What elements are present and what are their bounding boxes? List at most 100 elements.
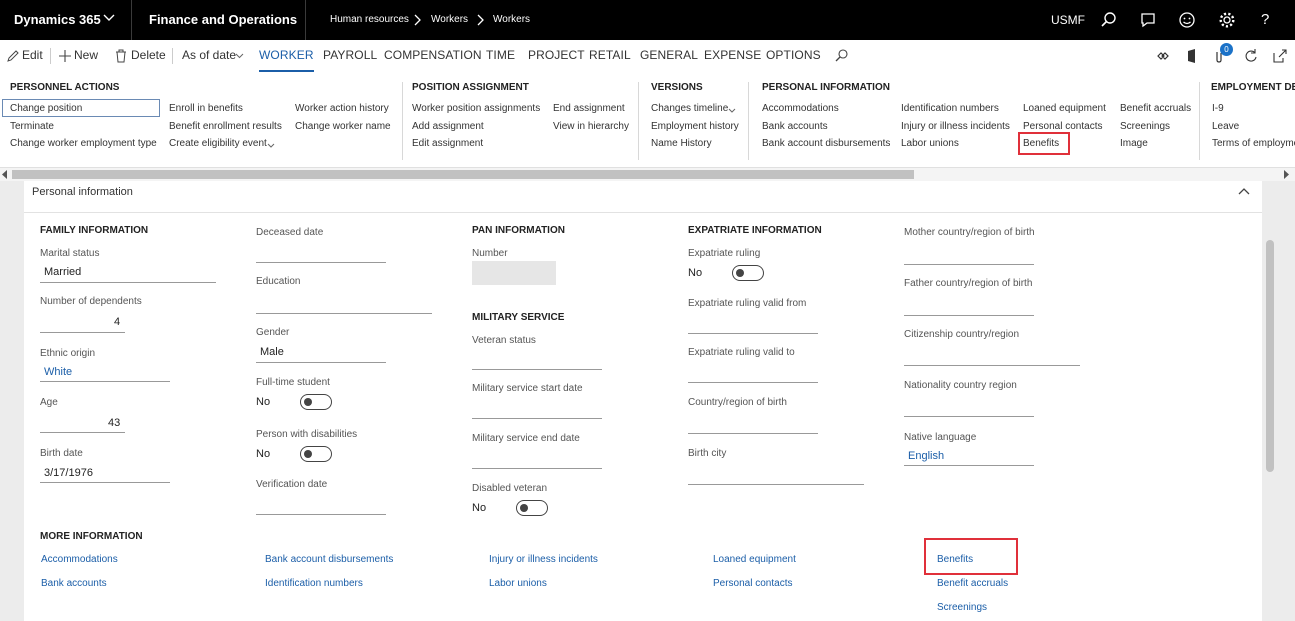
menu-item-create-eligibility-event[interactable]: Create eligibility event	[169, 138, 267, 149]
menu-item-i9[interactable]: I-9	[1212, 103, 1224, 114]
link-bank-accounts[interactable]: Bank accounts	[41, 578, 107, 589]
scroll-left-arrow-icon[interactable]	[2, 170, 8, 182]
deceased-date-field[interactable]	[256, 262, 386, 263]
menu-item-personal-contacts[interactable]: Personal contacts	[1023, 121, 1103, 132]
expatriate-valid-from-field[interactable]	[688, 333, 818, 334]
citizenship-field[interactable]	[904, 365, 1080, 366]
edit-button[interactable]: Edit	[22, 40, 43, 72]
link-injury-or-illness-incidents[interactable]: Injury or illness incidents	[489, 554, 598, 565]
fulltime-student-toggle[interactable]	[300, 394, 332, 410]
app-name[interactable]: Dynamics 365	[14, 0, 101, 40]
menu-item-changes-timeline[interactable]: Changes timeline	[651, 103, 728, 114]
menu-item-change-worker-name[interactable]: Change worker name	[295, 121, 391, 132]
menu-item-worker-position-assignments[interactable]: Worker position assignments	[412, 103, 540, 114]
menu-item-leave[interactable]: Leave	[1212, 121, 1239, 132]
mother-country-field[interactable]	[904, 264, 1034, 265]
menu-item-loaned-equipment[interactable]: Loaned equipment	[1023, 103, 1106, 114]
dependents-field[interactable]: 4	[114, 316, 120, 328]
vertical-scrollbar-thumb[interactable]	[1266, 240, 1274, 472]
delete-button[interactable]: Delete	[131, 40, 166, 72]
birth-date-field[interactable]: 3/17/1976	[44, 467, 93, 479]
menu-item-labor-unions[interactable]: Labor unions	[901, 138, 959, 149]
breadcrumb-item[interactable]: Workers	[493, 0, 530, 40]
link-screenings[interactable]: Screenings	[937, 602, 987, 613]
help-icon[interactable]: ?	[1261, 0, 1269, 40]
link-bank-account-disbursements[interactable]: Bank account disbursements	[265, 554, 393, 565]
verification-date-field[interactable]	[256, 514, 386, 515]
expatriate-ruling-toggle[interactable]	[732, 265, 764, 281]
tab-retail[interactable]: RETAIL	[589, 40, 631, 72]
native-language-field[interactable]: English	[908, 450, 944, 462]
tab-project[interactable]: PROJECT	[528, 40, 585, 72]
menu-item-bank-accounts[interactable]: Bank accounts	[762, 121, 828, 132]
message-icon[interactable]	[1139, 11, 1157, 29]
birth-city-field[interactable]	[688, 484, 864, 485]
menu-item-screenings[interactable]: Screenings	[1120, 121, 1170, 132]
tab-compensation[interactable]: COMPENSATION	[384, 40, 482, 72]
menu-item-end-assignment[interactable]: End assignment	[553, 103, 625, 114]
ethnic-origin-field[interactable]: White	[44, 366, 72, 378]
link-benefit-accruals[interactable]: Benefit accruals	[937, 578, 1008, 589]
menu-item-injury-or-illness-incidents[interactable]: Injury or illness incidents	[901, 121, 1010, 132]
veteran-status-field[interactable]	[472, 369, 602, 370]
connect-icon[interactable]	[1155, 48, 1171, 64]
search-icon[interactable]	[834, 48, 850, 64]
scroll-right-arrow-icon[interactable]	[1283, 170, 1289, 182]
open-new-window-icon[interactable]	[1272, 48, 1288, 64]
education-field[interactable]	[256, 313, 432, 314]
gender-field[interactable]: Male	[260, 346, 284, 358]
tab-general[interactable]: GENERAL	[640, 40, 698, 72]
menu-item-worker-action-history[interactable]: Worker action history	[295, 103, 389, 114]
menu-item-name-history[interactable]: Name History	[651, 138, 712, 149]
tab-time[interactable]: TIME	[486, 40, 515, 72]
marital-status-field[interactable]: Married	[44, 266, 81, 278]
chevron-up-icon[interactable]	[1238, 187, 1250, 200]
company-selector[interactable]: USMF	[1051, 0, 1085, 40]
menu-item-add-assignment[interactable]: Add assignment	[412, 121, 484, 132]
link-personal-contacts[interactable]: Personal contacts	[713, 578, 793, 589]
expatriate-valid-to-field[interactable]	[688, 382, 818, 383]
menu-item-change-worker-employment-type[interactable]: Change worker employment type	[10, 138, 157, 149]
new-button[interactable]: New	[74, 40, 98, 72]
search-icon[interactable]	[1100, 11, 1118, 29]
menu-item-benefit-accruals[interactable]: Benefit accruals	[1120, 103, 1191, 114]
link-labor-unions[interactable]: Labor unions	[489, 578, 547, 589]
menu-item-terminate[interactable]: Terminate	[10, 121, 54, 132]
menu-item-image[interactable]: Image	[1120, 138, 1148, 149]
breadcrumb-item[interactable]: Human resources	[330, 0, 409, 40]
menu-item-employment-history[interactable]: Employment history	[651, 121, 739, 132]
gear-icon[interactable]	[1218, 11, 1236, 29]
link-accommodations[interactable]: Accommodations	[41, 554, 118, 565]
menu-item-change-position[interactable]: Change position	[10, 103, 82, 114]
section-header[interactable]: Personal information	[24, 181, 1262, 213]
menu-item-enroll-in-benefits[interactable]: Enroll in benefits	[169, 103, 243, 114]
menu-item-bank-account-disbursements[interactable]: Bank account disbursements	[762, 138, 890, 149]
refresh-icon[interactable]	[1243, 48, 1259, 64]
chevron-down-icon[interactable]	[102, 11, 120, 29]
scrollbar-thumb[interactable]	[12, 170, 914, 179]
horizontal-scrollbar[interactable]	[0, 168, 1295, 181]
disabled-veteran-toggle[interactable]	[516, 500, 548, 516]
birth-country-field[interactable]	[688, 433, 818, 434]
link-identification-numbers[interactable]: Identification numbers	[265, 578, 363, 589]
menu-item-terms-of-employment[interactable]: Terms of employme	[1212, 138, 1295, 149]
disabilities-toggle[interactable]	[300, 446, 332, 462]
military-end-date-field[interactable]	[472, 468, 602, 469]
menu-item-edit-assignment[interactable]: Edit assignment	[412, 138, 483, 149]
as-of-date-dropdown[interactable]: As of date	[182, 40, 236, 72]
menu-item-view-in-hierarchy[interactable]: View in hierarchy	[553, 121, 629, 132]
father-country-field[interactable]	[904, 315, 1034, 316]
military-start-date-field[interactable]	[472, 418, 602, 419]
nationality-field[interactable]	[904, 416, 1034, 417]
tab-expense[interactable]: EXPENSE	[704, 40, 761, 72]
smiley-feedback-icon[interactable]	[1178, 11, 1196, 29]
tab-options[interactable]: OPTIONS	[766, 40, 821, 72]
link-loaned-equipment[interactable]: Loaned equipment	[713, 554, 796, 565]
breadcrumb-item[interactable]: Workers	[431, 0, 468, 40]
office-icon[interactable]	[1184, 48, 1200, 64]
tab-worker[interactable]: WORKER	[259, 40, 314, 72]
menu-item-accommodations[interactable]: Accommodations	[762, 103, 839, 114]
menu-item-benefit-enrollment-results[interactable]: Benefit enrollment results	[169, 121, 282, 132]
module-name[interactable]: Finance and Operations	[149, 0, 297, 40]
tab-payroll[interactable]: PAYROLL	[323, 40, 377, 72]
